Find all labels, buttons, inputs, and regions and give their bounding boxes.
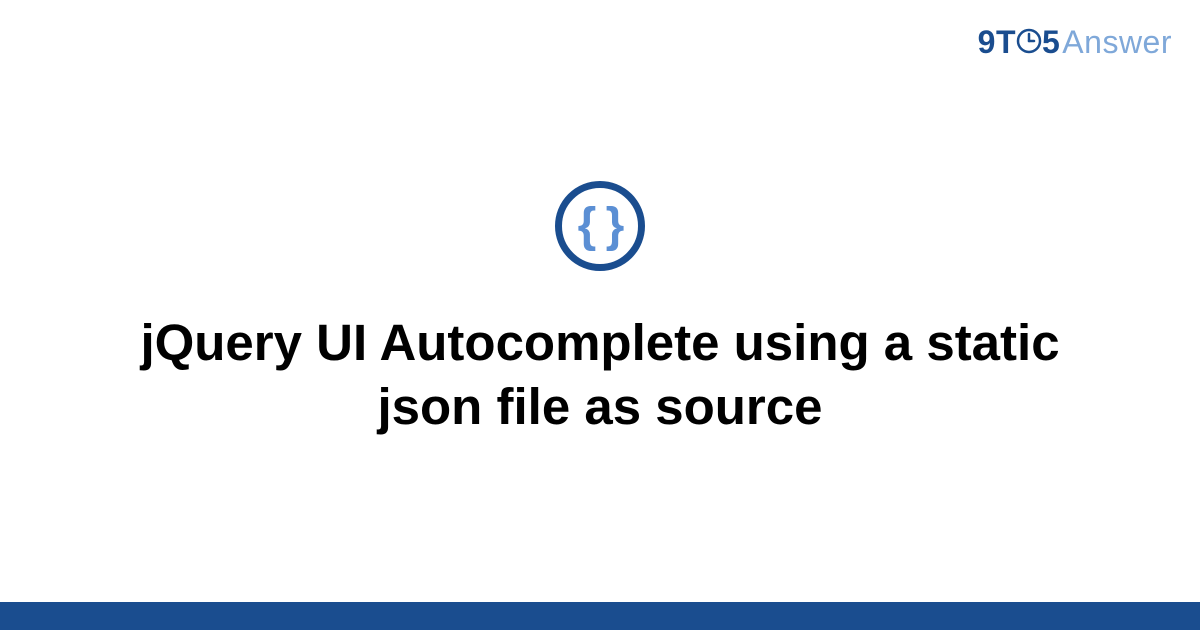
category-icon-circle: { } (555, 181, 645, 271)
page-title: jQuery UI Autocomplete using a static js… (100, 311, 1100, 439)
main-content: { } jQuery UI Autocomplete using a stati… (0, 0, 1200, 600)
footer-bar (0, 602, 1200, 630)
code-braces-icon: { } (578, 202, 623, 250)
